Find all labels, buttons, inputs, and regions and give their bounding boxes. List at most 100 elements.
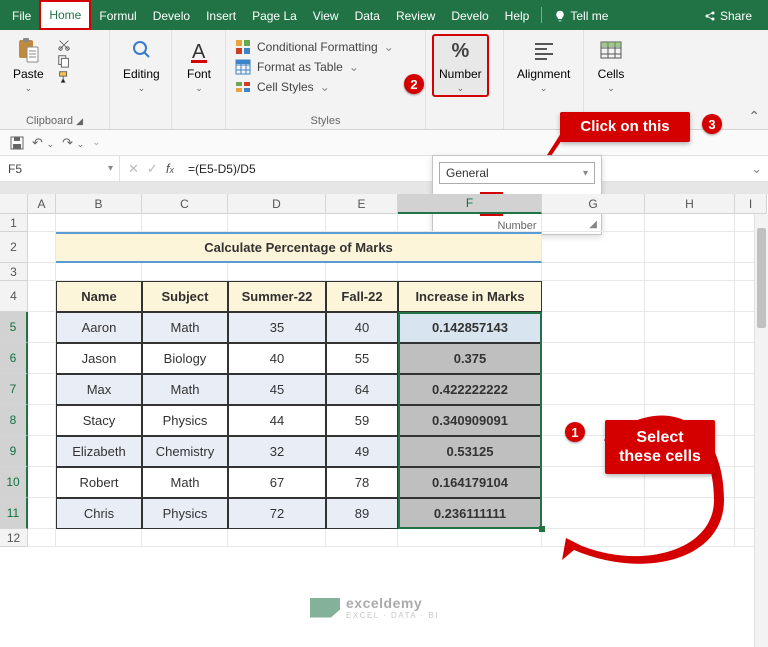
cell[interactable]: Aaron <box>56 312 142 343</box>
cell[interactable]: 35 <box>228 312 326 343</box>
cell[interactable]: Math <box>142 312 228 343</box>
cell[interactable]: Stacy <box>56 405 142 436</box>
cell-selected[interactable]: 0.164179104 <box>398 467 542 498</box>
redo-icon[interactable]: ↷ ⌄ <box>62 135 84 151</box>
collapse-ribbon-icon[interactable]: ⌃ <box>748 108 760 125</box>
cell[interactable]: 49 <box>326 436 398 467</box>
cell[interactable]: 45 <box>228 374 326 405</box>
cell[interactable]: Chemistry <box>142 436 228 467</box>
hdr-fall: Fall-22 <box>326 281 398 312</box>
cell[interactable]: Elizabeth <box>56 436 142 467</box>
format-as-table-button[interactable]: Format as Table ⌄ <box>232 58 397 76</box>
cell[interactable]: 32 <box>228 436 326 467</box>
col-G[interactable]: G <box>542 194 645 214</box>
tab-developer[interactable]: Develo <box>145 0 198 30</box>
cell-selected[interactable]: 0.375 <box>398 343 542 374</box>
cell[interactable]: 40 <box>326 312 398 343</box>
editing-button[interactable]: Editing ⌄ <box>116 34 167 97</box>
number-format-value: General <box>446 166 489 180</box>
row-1[interactable]: 1 <box>0 214 28 232</box>
select-all-cell[interactable] <box>0 194 28 214</box>
tab-home[interactable]: Home <box>39 0 91 30</box>
row-5[interactable]: 5 <box>0 312 28 343</box>
cell-selected[interactable]: 0.142857143 <box>398 312 542 343</box>
fx-icon[interactable]: fx <box>166 161 174 176</box>
col-B[interactable]: B <box>56 194 142 214</box>
paste-button[interactable]: Paste ⌄ <box>6 34 51 97</box>
save-icon[interactable] <box>10 136 24 150</box>
cell-selected[interactable]: 0.340909091 <box>398 405 542 436</box>
col-E[interactable]: E <box>326 194 398 214</box>
enter-formula-icon[interactable]: ✓ <box>147 161 158 177</box>
qat-customize-icon[interactable]: ⌄ <box>92 137 100 148</box>
format-painter-icon[interactable] <box>57 70 71 84</box>
col-F[interactable]: F <box>398 194 542 214</box>
cells-label: Cells <box>598 67 625 81</box>
col-D[interactable]: D <box>228 194 326 214</box>
scrollbar-thumb[interactable] <box>757 228 766 328</box>
cell[interactable]: Math <box>142 374 228 405</box>
cell[interactable]: Chris <box>56 498 142 529</box>
cell[interactable]: Physics <box>142 405 228 436</box>
row-3[interactable]: 3 <box>0 263 28 281</box>
tellme[interactable]: Tell me <box>546 0 616 30</box>
tab-formulas[interactable]: Formul <box>91 0 144 30</box>
font-button[interactable]: A Font ⌄ <box>178 34 220 97</box>
table-row: Chris Physics 72 89 0.236111111 <box>28 498 768 529</box>
conditional-formatting-button[interactable]: Conditional Formatting ⌄ <box>232 38 397 56</box>
col-C[interactable]: C <box>142 194 228 214</box>
tab-data[interactable]: Data <box>347 0 388 30</box>
row-11[interactable]: 11 <box>0 498 28 529</box>
row-8[interactable]: 8 <box>0 405 28 436</box>
row-10[interactable]: 10 <box>0 467 28 498</box>
cells-button[interactable]: Cells ⌄ <box>590 34 632 97</box>
col-A[interactable]: A <box>28 194 56 214</box>
cell[interactable]: Jason <box>56 343 142 374</box>
name-box[interactable]: F5 ▾ <box>0 156 120 181</box>
col-H[interactable]: H <box>645 194 735 214</box>
cell[interactable]: 55 <box>326 343 398 374</box>
tab-insert[interactable]: Insert <box>198 0 244 30</box>
number-group-button[interactable]: % Number ⌄ <box>432 34 489 97</box>
cut-icon[interactable] <box>57 38 71 52</box>
cell[interactable]: 72 <box>228 498 326 529</box>
cell-selected[interactable]: 0.53125 <box>398 436 542 467</box>
row-9[interactable]: 9 <box>0 436 28 467</box>
col-I[interactable]: I <box>735 194 767 214</box>
number-format-select[interactable]: General ▾ <box>439 162 595 184</box>
row-4[interactable]: 4 <box>0 281 28 312</box>
share-button[interactable]: Share <box>698 7 758 23</box>
cell[interactable]: 67 <box>228 467 326 498</box>
tab-review[interactable]: Review <box>388 0 443 30</box>
cell[interactable]: 89 <box>326 498 398 529</box>
cell-selected[interactable]: 0.422222222 <box>398 374 542 405</box>
row-2[interactable]: 2 <box>0 232 28 263</box>
row-6[interactable]: 6 <box>0 343 28 374</box>
undo-icon[interactable]: ↶ ⌄ <box>32 135 54 151</box>
alignment-button[interactable]: Alignment ⌄ <box>510 34 577 97</box>
cell-selected[interactable]: 0.236111111 <box>398 498 542 529</box>
tab-view[interactable]: View <box>305 0 347 30</box>
tab-file[interactable]: File <box>4 0 39 30</box>
cell[interactable]: 59 <box>326 405 398 436</box>
cell[interactable]: Max <box>56 374 142 405</box>
cell-styles-button[interactable]: Cell Styles ⌄ <box>232 78 397 96</box>
row-12[interactable]: 12 <box>0 529 28 547</box>
cell[interactable]: 40 <box>228 343 326 374</box>
cell[interactable]: 64 <box>326 374 398 405</box>
fill-handle[interactable] <box>539 526 545 532</box>
expand-formula-icon[interactable]: ⌄ <box>745 161 768 177</box>
copy-icon[interactable] <box>57 54 71 68</box>
tab-developer2[interactable]: Develo <box>443 0 496 30</box>
cell[interactable]: 44 <box>228 405 326 436</box>
row-7[interactable]: 7 <box>0 374 28 405</box>
tab-help[interactable]: Help <box>497 0 538 30</box>
cell[interactable]: Math <box>142 467 228 498</box>
cell[interactable]: 78 <box>326 467 398 498</box>
cell[interactable]: Biology <box>142 343 228 374</box>
cell[interactable]: Robert <box>56 467 142 498</box>
vertical-scrollbar[interactable] <box>754 214 768 647</box>
cell[interactable]: Physics <box>142 498 228 529</box>
cancel-formula-icon[interactable]: ✕ <box>128 161 139 177</box>
tab-pagelayout[interactable]: Page La <box>244 0 305 30</box>
